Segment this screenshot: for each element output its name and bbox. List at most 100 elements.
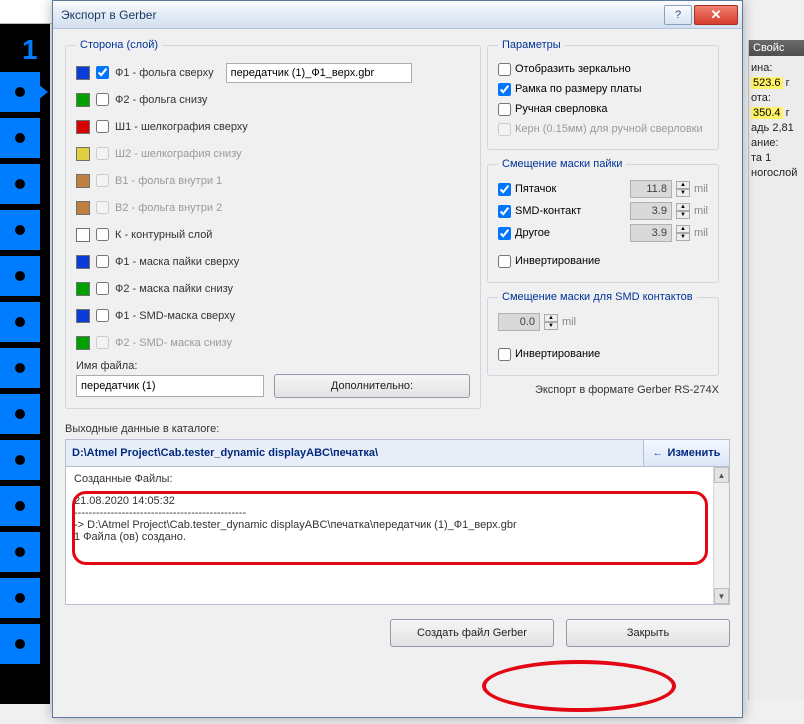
mask-offset-legend: Смещение маски пайки bbox=[498, 158, 626, 170]
spin-down-icon[interactable]: ▼ bbox=[676, 189, 690, 197]
kern-label: Керн (0.15мм) для ручной сверловки bbox=[515, 123, 703, 135]
layer-label: Ф1 - фольга сверху bbox=[115, 67, 214, 79]
pad-checkbox[interactable] bbox=[498, 183, 511, 196]
smdmask-invert-label: Инвертирование bbox=[515, 348, 600, 360]
help-button[interactable]: ? bbox=[664, 5, 692, 25]
layer-checkbox bbox=[96, 336, 109, 349]
layer-label: Ф1 - SMD-маска сверху bbox=[115, 310, 235, 322]
close-button[interactable]: ✕ bbox=[694, 5, 738, 25]
other-checkbox[interactable] bbox=[498, 227, 511, 240]
pad-unit: mil bbox=[694, 183, 708, 195]
layer-color-swatch bbox=[76, 336, 90, 350]
spin-up-icon[interactable]: ▲ bbox=[676, 203, 690, 211]
pad-value[interactable] bbox=[630, 180, 672, 198]
layer-row: Ф2 - фольга снизу bbox=[76, 86, 470, 113]
layer-color-swatch bbox=[76, 120, 90, 134]
smd-value[interactable] bbox=[630, 202, 672, 220]
spin-up-icon[interactable]: ▲ bbox=[676, 181, 690, 189]
smdmask-unit: mil bbox=[562, 316, 576, 328]
pcb-background: 1 bbox=[0, 24, 50, 704]
spin-down-icon[interactable]: ▼ bbox=[676, 233, 690, 241]
layer-checkbox[interactable] bbox=[96, 282, 109, 295]
side-legend: Сторона (слой) bbox=[76, 39, 162, 51]
smd-mask-offset-group: Смещение маски для SMD контактов ▲▼ mil … bbox=[487, 291, 719, 376]
other-value[interactable] bbox=[630, 224, 672, 242]
side-layer-group: Сторона (слой) Ф1 - фольга сверху Ф2 - фо… bbox=[65, 39, 481, 409]
spin-up-icon[interactable]: ▲ bbox=[544, 314, 558, 322]
frame-checkbox[interactable] bbox=[498, 83, 511, 96]
layer-checkbox bbox=[96, 147, 109, 160]
gerber-export-dialog: Экспорт в Gerber ? ✕ Сторона (слой) Ф1 -… bbox=[52, 0, 743, 718]
output-label: Выходные данные в каталоге: bbox=[65, 423, 730, 435]
layer-row: Ш2 - шелкография снизу bbox=[76, 140, 470, 167]
layer-checkbox[interactable] bbox=[96, 66, 109, 79]
layer-row: В1 - фольга внутри 1 bbox=[76, 167, 470, 194]
export-format-note: Экспорт в формате Gerber RS-274X bbox=[487, 384, 719, 396]
other-unit: mil bbox=[694, 227, 708, 239]
layer-label: В2 - фольга внутри 2 bbox=[115, 202, 222, 214]
layer-color-swatch bbox=[76, 201, 90, 215]
filename-input[interactable] bbox=[76, 375, 264, 397]
layer-label: Ф1 - маска пайки сверху bbox=[115, 256, 239, 268]
arrow-left-icon: ← bbox=[653, 447, 664, 459]
pad-label: Пятачок bbox=[515, 183, 626, 195]
layer-row: Ф2 - маска пайки снизу bbox=[76, 275, 470, 302]
layer-label: Ф2 - SMD- маска снизу bbox=[115, 337, 232, 349]
output-pathbar: D:\Atmel Project\Cab.tester_dynamic disp… bbox=[65, 439, 730, 467]
annotation-highlight bbox=[482, 660, 676, 712]
smdmask-invert-checkbox[interactable] bbox=[498, 348, 511, 361]
output-path: D:\Atmel Project\Cab.tester_dynamic disp… bbox=[66, 440, 643, 466]
mirror-label: Отобразить зеркально bbox=[515, 63, 631, 75]
layer-checkbox[interactable] bbox=[96, 309, 109, 322]
layer-color-swatch bbox=[76, 66, 90, 80]
scrollbar[interactable]: ▲ ▼ bbox=[713, 467, 729, 604]
layer-filename-input[interactable] bbox=[226, 63, 412, 83]
log-header: Созданные Файлы: bbox=[74, 473, 721, 485]
ruler-stub bbox=[0, 0, 52, 24]
layer-checkbox[interactable] bbox=[96, 228, 109, 241]
layer-label: Ф2 - фольга снизу bbox=[115, 94, 207, 106]
scroll-down-icon[interactable]: ▼ bbox=[714, 588, 729, 604]
smd-label: SMD-контакт bbox=[515, 205, 626, 217]
smd-unit: mil bbox=[694, 205, 708, 217]
layer-label: В1 - фольга внутри 1 bbox=[115, 175, 222, 187]
layer-row: Ф1 - SMD-маска сверху bbox=[76, 302, 470, 329]
layer-row: Ф1 - фольга сверху bbox=[76, 59, 470, 86]
layer-color-swatch bbox=[76, 93, 90, 107]
smd-checkbox[interactable] bbox=[498, 205, 511, 218]
parameters-group: Параметры Отобразить зеркально Рамка по … bbox=[487, 39, 719, 150]
properties-header: Свойс bbox=[749, 40, 804, 56]
layer-row: В2 - фольга внутри 2 bbox=[76, 194, 470, 221]
log-separator: ----------------------------------------… bbox=[74, 507, 721, 519]
spin-down-icon[interactable]: ▼ bbox=[676, 211, 690, 219]
layer-row: К - контурный слой bbox=[76, 221, 470, 248]
scroll-up-icon[interactable]: ▲ bbox=[714, 467, 729, 483]
kern-checkbox bbox=[498, 123, 511, 136]
change-path-button[interactable]: ← Изменить bbox=[643, 440, 729, 466]
layer-checkbox[interactable] bbox=[96, 255, 109, 268]
layer-checkbox[interactable] bbox=[96, 93, 109, 106]
layer-color-swatch bbox=[76, 147, 90, 161]
more-button[interactable]: Дополнительно: bbox=[274, 374, 470, 398]
create-gerber-button[interactable]: Создать файл Gerber bbox=[390, 619, 554, 647]
frame-label: Рамка по размеру платы bbox=[515, 83, 642, 95]
manual-drill-label: Ручная сверловка bbox=[515, 103, 608, 115]
titlebar[interactable]: Экспорт в Gerber ? ✕ bbox=[53, 1, 742, 29]
spin-up-icon[interactable]: ▲ bbox=[676, 225, 690, 233]
other-label: Другое bbox=[515, 227, 626, 239]
properties-panel: Свойс ина: 523.6 г ота: 350.4 г адь 2,81… bbox=[748, 40, 804, 700]
spin-down-icon[interactable]: ▼ bbox=[544, 322, 558, 330]
layer-color-swatch bbox=[76, 309, 90, 323]
log-line: 1 Файла (ов) создано. bbox=[74, 531, 721, 543]
manual-drill-checkbox[interactable] bbox=[498, 103, 511, 116]
mask-invert-checkbox[interactable] bbox=[498, 255, 511, 268]
parameters-legend: Параметры bbox=[498, 39, 565, 51]
smdmask-value[interactable] bbox=[498, 313, 540, 331]
mask-invert-label: Инвертирование bbox=[515, 255, 600, 267]
mirror-checkbox[interactable] bbox=[498, 63, 511, 76]
layer-checkbox[interactable] bbox=[96, 120, 109, 133]
smd-mask-offset-legend: Смещение маски для SMD контактов bbox=[498, 291, 697, 303]
layer-checkbox bbox=[96, 201, 109, 214]
close-dialog-button[interactable]: Закрыть bbox=[566, 619, 730, 647]
log-timestamp: 21.08.2020 14:05:32 bbox=[74, 495, 721, 507]
